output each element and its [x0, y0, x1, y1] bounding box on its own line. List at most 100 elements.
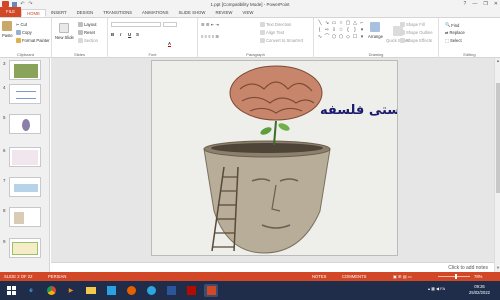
new-slide-button[interactable]: New Slide — [55, 23, 74, 40]
arrange-button[interactable]: Arrange — [368, 22, 383, 39]
copy-button[interactable]: Copy — [16, 30, 32, 35]
slide-title[interactable]: چیستی فلسفه — [320, 103, 397, 118]
reading-view-icon[interactable]: ▤ — [403, 274, 407, 279]
notes-pane[interactable]: Click to add notes — [51, 262, 494, 272]
layout-button[interactable]: Layout — [78, 22, 97, 27]
folder-icon[interactable] — [84, 284, 98, 297]
help-button[interactable]: ? — [464, 1, 467, 7]
slide-thumbnail[interactable] — [9, 177, 41, 197]
slide-sorter-icon[interactable]: ⊞ — [398, 274, 402, 279]
shape-outline-button[interactable]: Shape Outline — [400, 30, 433, 35]
bold-button[interactable]: B — [111, 32, 114, 37]
network-icon[interactable]: ▦ — [431, 286, 435, 291]
rect-shape-icon[interactable]: ▭ — [331, 20, 337, 26]
down-arrow-shape-icon[interactable]: ⇩ — [331, 27, 337, 33]
photoshop-icon[interactable] — [104, 284, 118, 297]
font-size-box[interactable] — [163, 22, 177, 27]
underline-button[interactable]: U — [128, 32, 131, 37]
text-direction-button[interactable]: Text Direction — [260, 22, 291, 27]
shape-fill-button[interactable]: Shape Fill — [400, 22, 425, 27]
align-text-button[interactable]: Align Text — [260, 30, 284, 35]
slide-thumbnail[interactable] — [9, 238, 41, 258]
diamond-shape-icon[interactable]: ◇ — [345, 34, 351, 40]
scroll-up-icon[interactable]: ▲ — [495, 58, 500, 63]
cut-button[interactable]: ✂ Cut — [16, 22, 27, 27]
windows-start-icon[interactable] — [4, 284, 18, 297]
shapes-gallery[interactable]: ╲ ↘ ▭ ○ ▢ △ ⌐ ⌊ ⇨ ⇩ ☆ { } ▾ ∿ ⌒ ⬡ ⬠ ◇ ☐ … — [317, 20, 367, 46]
shape-effects-button[interactable]: Shape Effects — [400, 38, 432, 43]
slideshow-view-icon[interactable]: ▭ — [408, 274, 412, 279]
maximize-button[interactable]: ❐ — [483, 1, 487, 7]
connector-shape-icon[interactable]: ⌊ — [317, 27, 323, 33]
slide-thumbnail[interactable] — [9, 147, 41, 167]
replace-button[interactable]: ⇄ Replace — [445, 30, 465, 35]
current-slide[interactable]: چیستی فلسفه — [151, 60, 398, 256]
notes-button[interactable]: NOTES — [312, 274, 326, 279]
line-shape-icon[interactable]: ╲ — [317, 20, 323, 26]
vertical-scrollbar[interactable]: ▲ ▼ — [494, 58, 500, 272]
select-button[interactable]: ⬚ Select — [445, 38, 462, 43]
zoom-level[interactable]: 78% — [474, 274, 482, 279]
more-shapes-icon[interactable]: ▾ — [359, 27, 365, 33]
rounded-rect-shape-icon[interactable]: ▢ — [345, 20, 351, 26]
curve-shape-icon[interactable]: ⌒ — [324, 34, 330, 40]
firefox-icon[interactable] — [124, 284, 138, 297]
font-color-button[interactable]: A — [168, 41, 172, 47]
section-button[interactable]: Section — [78, 38, 98, 43]
slide-thumbnail[interactable] — [9, 114, 41, 134]
minimize-button[interactable]: — — [472, 1, 477, 7]
font-name-box[interactable] — [111, 22, 161, 27]
right-arrow-shape-icon[interactable]: ⇨ — [324, 27, 330, 33]
view-buttons[interactable]: ▣ ⊞ ▤ ▭ — [393, 274, 412, 279]
tab-file[interactable]: FILE — [0, 7, 22, 17]
oval-shape-icon[interactable]: ○ — [338, 20, 344, 26]
arrow-shape-icon[interactable]: ↘ — [324, 20, 330, 26]
smartart-button[interactable]: Convert to SmartArt — [260, 38, 303, 43]
taskbar-clock[interactable]: 09:26 25/02/2022 — [469, 284, 490, 296]
slide-thumbnail[interactable] — [9, 207, 41, 227]
scroll-down-icon[interactable]: ▼ — [495, 265, 500, 270]
slide-thumbnail[interactable] — [9, 60, 41, 80]
brace2-shape-icon[interactable]: } — [352, 27, 358, 33]
triangle-shape-icon[interactable]: △ — [352, 20, 358, 26]
chrome-icon[interactable] — [44, 284, 58, 297]
scroll-thumb[interactable] — [496, 83, 500, 193]
tab-slide-show[interactable]: SLIDE SHOW — [173, 9, 210, 17]
line2-shape-icon[interactable]: ⌐ — [359, 20, 365, 26]
tab-transitions[interactable]: TRANSITIONS — [98, 9, 137, 17]
chevron-up-icon[interactable]: ▴ — [428, 286, 430, 291]
align-buttons[interactable]: ≡ ≡ ≡ ≡ ☰ — [201, 34, 219, 39]
paste-button[interactable]: Paste — [2, 21, 13, 38]
wave-shape-icon[interactable]: ∿ — [317, 34, 323, 40]
scroll-shape-icon[interactable]: ▾ — [359, 34, 365, 40]
system-tray-icons[interactable]: ▴ ▦ ◀ FA — [428, 286, 445, 291]
reset-button[interactable]: Reset — [78, 30, 95, 35]
tab-insert[interactable]: INSERT — [46, 9, 72, 17]
word-icon[interactable] — [164, 284, 178, 297]
star-shape-icon[interactable]: ☆ — [338, 27, 344, 33]
tab-view[interactable]: VIEW — [237, 9, 258, 17]
media-player-icon[interactable]: ▶ — [64, 284, 78, 297]
find-button[interactable]: 🔍 Find — [445, 22, 459, 28]
tab-design[interactable]: DESIGN — [72, 9, 98, 17]
ie-icon[interactable]: e — [24, 284, 38, 297]
slide-thumbnail[interactable] — [9, 84, 41, 104]
tab-animations[interactable]: ANIMATIONS — [137, 9, 173, 17]
language-indicator[interactable]: PERSIAN — [48, 274, 66, 279]
brace-shape-icon[interactable]: { — [345, 27, 351, 33]
telegram-icon[interactable] — [144, 284, 158, 297]
callout-shape-icon[interactable]: ☐ — [352, 34, 358, 40]
tab-review[interactable]: REVIEW — [210, 9, 237, 17]
italic-button[interactable]: I — [120, 32, 121, 37]
powerpoint-taskbar-icon[interactable] — [204, 284, 218, 297]
zoom-slider-thumb[interactable] — [454, 274, 457, 279]
format-painter-button[interactable]: Format Painter — [16, 38, 50, 43]
input-language[interactable]: FA — [440, 286, 445, 291]
bullets-button[interactable]: ☰ ☰ ⇤ ⇥ — [201, 22, 219, 27]
pentagon-shape-icon[interactable]: ⬠ — [338, 34, 344, 40]
comments-button[interactable]: COMMENTS — [342, 274, 366, 279]
normal-view-icon[interactable]: ▣ — [393, 274, 397, 279]
shadow-button[interactable]: S — [136, 32, 139, 37]
volume-icon[interactable]: ◀ — [436, 286, 439, 291]
acrobat-icon[interactable] — [184, 284, 198, 297]
